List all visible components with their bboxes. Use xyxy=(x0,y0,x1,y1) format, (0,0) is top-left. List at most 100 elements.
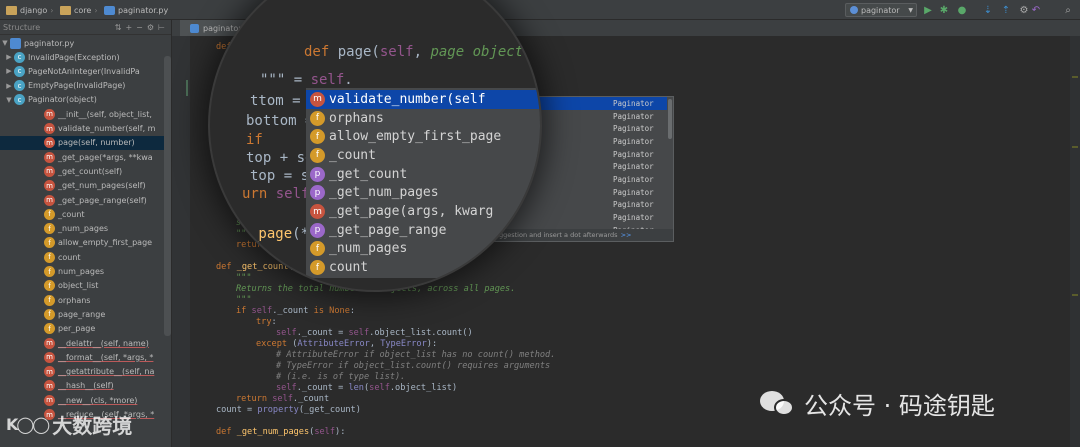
method-icon: m xyxy=(44,137,55,149)
method-icon: m xyxy=(44,123,55,134)
structure-panel: Structure ⇅ + − ⚙ ⊢ ▼ paginator.py ▶ c Inv… xyxy=(0,20,172,447)
vcs-commit-icon[interactable]: ⇡ xyxy=(1000,4,1012,16)
property-icon: p xyxy=(310,185,325,201)
field-icon: f xyxy=(310,241,325,257)
chevron-down-icon[interactable]: ▼ xyxy=(4,96,14,104)
completion-item-name: _get_count xyxy=(329,166,408,182)
structure-item[interactable]: m __getattribute__(self, na xyxy=(0,365,171,379)
structure-item[interactable]: m __init__(self, object_list, xyxy=(0,107,171,121)
search-icon[interactable]: ⌕ xyxy=(1062,4,1074,16)
completion-item-magnified[interactable]: p _get_page_range xyxy=(306,221,540,240)
structure-item[interactable]: f _count xyxy=(0,207,171,221)
structure-item[interactable]: ▶ c PageNotAnInteger(InvalidPa xyxy=(0,64,171,78)
structure-item[interactable]: f count xyxy=(0,250,171,264)
tree-root[interactable]: ▼ paginator.py xyxy=(0,36,171,50)
structure-item[interactable]: f object_list xyxy=(0,279,171,293)
completion-item-name: _get_num_pages xyxy=(329,185,439,201)
completion-item-type: Paginator xyxy=(613,136,654,146)
chevron-right-icon[interactable]: ▶ xyxy=(4,67,14,75)
collapse-icon[interactable]: − xyxy=(136,23,143,32)
chevron-right-icon[interactable]: ▶ xyxy=(4,53,14,61)
completion-item-name: validate_number(self xyxy=(329,91,486,107)
sort-icon[interactable]: ⇅ xyxy=(115,23,122,32)
navigation-bar: django › core › paginator.py paginator ▼… xyxy=(0,0,1080,20)
completion-item-type: Paginator xyxy=(613,98,654,108)
structure-item[interactable]: m __new__(cls, *more) xyxy=(0,393,171,407)
breadcrumb-core[interactable]: core › xyxy=(60,3,101,17)
completion-item-name: orphans xyxy=(329,110,384,126)
structure-item[interactable]: ▼ c Paginator(object) xyxy=(0,93,171,107)
structure-item-label: _get_page(*args, **kwa xyxy=(58,152,153,162)
python-file-icon xyxy=(10,37,21,49)
gear-icon[interactable]: ⚙ xyxy=(147,23,154,32)
structure-item-label: __delattr__(self, name) xyxy=(58,338,149,348)
field-icon: f xyxy=(310,110,325,126)
structure-item[interactable]: m __format__(self, *args, * xyxy=(0,350,171,364)
completion-item-magnified[interactable]: m validate_number(self xyxy=(306,90,540,109)
watermark-right: 公众号 · 码途钥匙 xyxy=(760,386,995,421)
completion-item-magnified[interactable]: f _num_pages xyxy=(306,240,540,259)
python-file-icon xyxy=(190,23,199,33)
popup-scrollbar[interactable] xyxy=(668,99,672,139)
run-configuration-select[interactable]: paginator ▼ xyxy=(845,3,917,17)
structure-item[interactable]: m _get_page_range(self) xyxy=(0,193,171,207)
structure-item[interactable]: f orphans xyxy=(0,293,171,307)
structure-item[interactable]: m _get_count(self) xyxy=(0,164,171,178)
hide-icon[interactable]: ⊢ xyxy=(158,23,165,32)
completion-item-magnified[interactable]: f count xyxy=(306,258,540,277)
completion-item-magnified[interactable]: f orphans xyxy=(306,109,540,128)
debug-icon[interactable]: ✱ xyxy=(938,4,950,16)
completion-item-magnified[interactable]: p _get_num_pages xyxy=(306,184,540,203)
structure-item-label: count xyxy=(58,252,81,262)
completion-item-magnified[interactable]: f allow_empty_first_page xyxy=(306,127,540,146)
chevron-right-icon[interactable]: ▶ xyxy=(4,82,14,90)
structure-item[interactable]: m page(self, number) xyxy=(0,135,171,150)
field-icon: f xyxy=(310,260,325,276)
coverage-icon[interactable]: ● xyxy=(956,4,968,16)
structure-item[interactable]: f page_range xyxy=(0,307,171,321)
class-icon: c xyxy=(14,65,25,77)
scrollbar[interactable] xyxy=(164,56,171,336)
breadcrumb-django[interactable]: django › xyxy=(6,3,56,17)
completion-item-magnified[interactable]: p _get_count xyxy=(306,165,540,184)
structure-item[interactable]: m __delattr__(self, name) xyxy=(0,336,171,350)
field-icon: f xyxy=(44,294,55,306)
structure-item[interactable]: f per_page xyxy=(0,322,171,336)
method-icon: m xyxy=(44,180,55,192)
structure-item-label: __init__(self, object_list, xyxy=(58,109,152,119)
structure-item[interactable]: f num_pages xyxy=(0,265,171,279)
run-icon[interactable]: ▶ xyxy=(922,4,934,16)
structure-item[interactable]: ▶ c InvalidPage(Exception) xyxy=(0,50,171,64)
method-icon: m xyxy=(44,337,55,349)
structure-item[interactable]: m validate_number(self, m xyxy=(0,122,171,136)
wechat-icon xyxy=(760,389,796,419)
completion-item-magnified[interactable]: m _get_page(args, kwarg xyxy=(306,202,540,221)
structure-item[interactable]: m _get_page(*args, **kwa xyxy=(0,150,171,164)
structure-item[interactable]: m _get_num_pages(self) xyxy=(0,179,171,193)
chevron-down-icon[interactable]: ▼ xyxy=(0,39,10,47)
settings-icon[interactable]: ⚙ xyxy=(1018,4,1030,16)
structure-item[interactable]: f _num_pages xyxy=(0,222,171,236)
method-icon: m xyxy=(310,204,325,220)
method-icon: m xyxy=(44,394,55,406)
brand-logo: K◯◯ xyxy=(6,415,50,434)
vcs-update-icon[interactable]: ⇣ xyxy=(982,4,994,16)
completion-item-name: count xyxy=(329,260,369,276)
structure-item-label: _count xyxy=(58,209,85,219)
structure-item-label: validate_number(self, m xyxy=(58,124,156,133)
property-icon: p xyxy=(310,166,325,182)
completion-item-type: Paginator xyxy=(613,213,654,223)
field-icon: f xyxy=(44,223,55,235)
hint-link[interactable]: >> xyxy=(621,231,632,239)
structure-item[interactable]: m __hash__(self) xyxy=(0,379,171,393)
revert-icon[interactable]: ↶ xyxy=(1030,4,1042,16)
structure-item-label: _get_count(self) xyxy=(58,166,123,176)
structure-item[interactable]: ▶ c EmptyPage(InvalidPage) xyxy=(0,79,171,93)
breadcrumb-paginator[interactable]: paginator.py xyxy=(104,3,168,17)
completion-item-type: Paginator xyxy=(613,200,654,210)
chevron-down-icon: ▼ xyxy=(908,6,913,14)
structure-item[interactable]: f allow_empty_first_page xyxy=(0,236,171,250)
completion-item-magnified[interactable]: f _count xyxy=(306,146,540,165)
expand-icon[interactable]: + xyxy=(125,23,132,32)
error-stripe[interactable] xyxy=(1070,36,1080,447)
